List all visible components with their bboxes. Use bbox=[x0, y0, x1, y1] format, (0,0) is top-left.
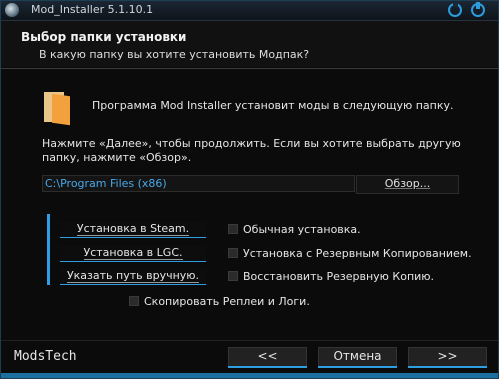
options-accent-bar bbox=[47, 214, 50, 285]
footer-divider bbox=[1, 340, 498, 341]
next-button[interactable]: >> bbox=[408, 347, 487, 368]
brand-label: ModsTech bbox=[14, 349, 77, 364]
close-icon[interactable] bbox=[471, 2, 485, 17]
backup-install-label: Установка с Резервным Копированием. bbox=[243, 247, 472, 260]
copy-replays-label: Скопировать Реплеи и Логи. bbox=[144, 295, 310, 308]
page-title: Выбор папки установки bbox=[21, 30, 187, 44]
copy-replays-checkbox[interactable]: Скопировать Реплеи и Логи. bbox=[129, 295, 310, 308]
window-title: Mod_Installer 5.1.10.1 bbox=[31, 3, 154, 16]
instruction-text: Нажмите «Далее», чтобы продолжить. Если … bbox=[42, 137, 461, 164]
bottom-accent-bar bbox=[1, 373, 498, 378]
checkbox-box[interactable] bbox=[228, 248, 238, 258]
installer-window: Mod_Installer 5.1.10.1 Выбор папки устан… bbox=[0, 0, 499, 379]
normal-install-label: Обычная установка. bbox=[243, 223, 361, 236]
checkbox-box[interactable] bbox=[129, 296, 139, 306]
title-bar: Mod_Installer 5.1.10.1 bbox=[1, 1, 498, 21]
help-icon[interactable] bbox=[448, 2, 462, 17]
header: Выбор папки установки В какую папку вы х… bbox=[1, 21, 498, 67]
steam-install-button[interactable]: Установка в Steam. bbox=[60, 222, 206, 238]
restore-backup-label: Восстановить Резервную Копию. bbox=[243, 270, 435, 283]
normal-install-checkbox[interactable]: Обычная установка. bbox=[228, 223, 361, 236]
checkbox-box[interactable] bbox=[228, 224, 238, 234]
folder-icon bbox=[44, 92, 72, 126]
manual-path-label: Указать путь вручную. bbox=[66, 269, 200, 283]
lgc-install-button[interactable]: Установка в LGC. bbox=[60, 246, 206, 262]
backup-install-checkbox[interactable]: Установка с Резервным Копированием. bbox=[228, 247, 472, 260]
browse-button[interactable]: Обзор... bbox=[356, 175, 459, 194]
steam-install-label: Установка в Steam. bbox=[76, 222, 190, 236]
header-divider bbox=[1, 68, 498, 69]
info-text: Программа Mod Installer установит моды в… bbox=[92, 99, 454, 112]
page-subtitle: В какую папку вы хотите установить Модпа… bbox=[39, 48, 310, 61]
restore-backup-checkbox[interactable]: Восстановить Резервную Копию. bbox=[228, 270, 434, 283]
browse-button-label: Обзор... bbox=[384, 177, 431, 190]
lgc-install-label: Установка в LGC. bbox=[83, 246, 183, 260]
install-path-input[interactable] bbox=[42, 175, 355, 192]
app-icon bbox=[5, 3, 19, 17]
back-button[interactable]: << bbox=[228, 347, 307, 368]
manual-path-button[interactable]: Указать путь вручную. bbox=[60, 269, 206, 285]
checkbox-box[interactable] bbox=[228, 271, 238, 281]
cancel-button[interactable]: Отмена bbox=[318, 347, 397, 368]
